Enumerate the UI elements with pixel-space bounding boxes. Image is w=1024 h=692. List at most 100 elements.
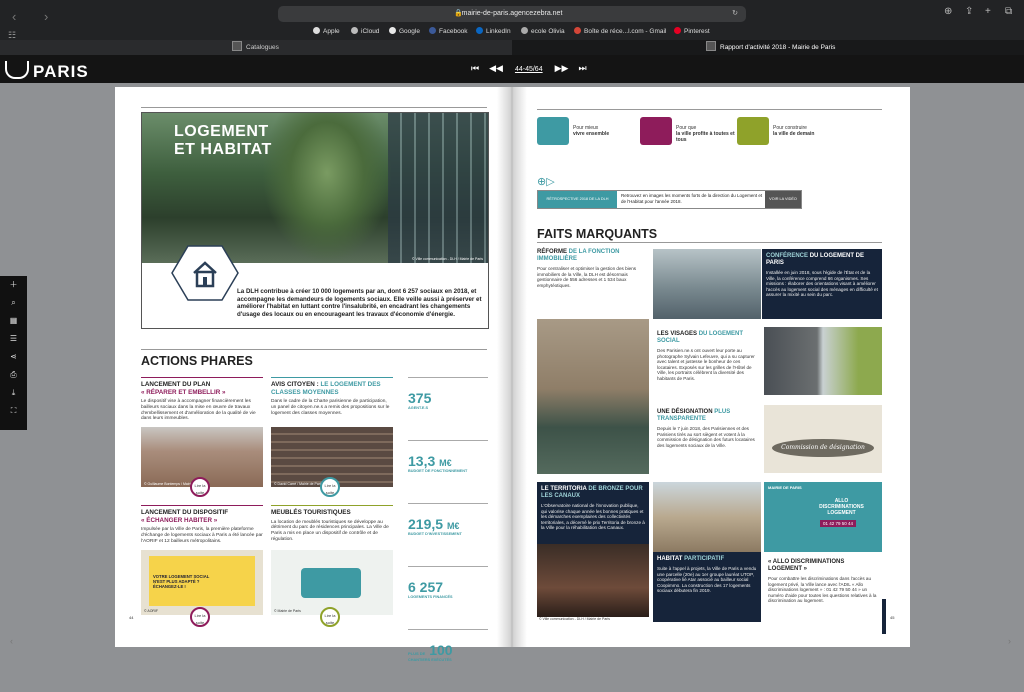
bookmark-item[interactable]: Google xyxy=(389,26,420,38)
search-icon[interactable]: ⌕ xyxy=(0,294,27,312)
action-item: AVIS CITOYEN : LE LOGEMENT DES CLASSES M… xyxy=(271,377,393,416)
action-item: LANCEMENT DU DISPOSITIF « ÉCHANGER HABITE… xyxy=(141,505,263,544)
read-more-button[interactable]: Lire la suite xyxy=(190,607,210,627)
page-accent-bar xyxy=(882,599,886,634)
hero-block: LOGEMENT ET HABITAT © Ville communicatio… xyxy=(141,112,489,329)
bookmark-item[interactable]: Pinterest xyxy=(674,26,710,38)
page-icon xyxy=(706,41,716,51)
action-title: MEUBLÉS TOURISTIQUES xyxy=(271,509,351,516)
fullscreen-icon[interactable]: ⛶ xyxy=(0,402,27,420)
hero-intro-text: La DLH contribue à créer 10 000 logement… xyxy=(237,288,482,318)
download-icon[interactable]: ⤓ xyxy=(0,384,27,402)
back-forward-icons[interactable]: ‹ › xyxy=(12,9,60,24)
divider xyxy=(537,242,882,243)
bookmark-item[interactable]: iCloud xyxy=(351,26,379,38)
facebook-icon xyxy=(429,27,436,34)
bookmark-item[interactable]: Facebook xyxy=(429,26,468,38)
action-infographic: © Mairie de Paris xyxy=(271,550,393,615)
live-together-icon: Pour mieux vivre ensemble xyxy=(537,117,609,145)
flipbook-toolbar: PARIS ⏮ ◀◀ 44-45/64 ▶▶ ⏭ xyxy=(0,55,1024,83)
divider xyxy=(537,109,882,110)
bookmarks-bar: Apple iCloud Google Facebook LinkedIn ec… xyxy=(0,26,1024,40)
bookmark-item[interactable]: Boîte de réce...l.com - Gmail xyxy=(574,26,666,38)
designation-illustration: Commission de désignation xyxy=(764,405,882,473)
bookmark-item[interactable]: ecole Olivia xyxy=(521,26,565,38)
tab-bar: Catalogues Rapport d'activité 2018 - Mai… xyxy=(0,40,1024,55)
read-more-button[interactable]: Lire la suite xyxy=(190,477,210,497)
video-banner[interactable]: RÉTROSPECTIVE 2018 DE LA DLH Retrouvez e… xyxy=(537,190,802,209)
stat-item: 375 AGENT.E.S xyxy=(408,377,488,440)
stat-item: 13,3 M€ BUDGET DE FONCTIONNEMENT xyxy=(408,440,488,503)
book-spread: LOGEMENT ET HABITAT © Ville communicatio… xyxy=(115,87,910,662)
tab-catalogues[interactable]: Catalogues xyxy=(0,40,512,55)
grid-icon[interactable]: ▦ xyxy=(0,312,27,330)
divider xyxy=(141,107,487,108)
google-icon xyxy=(389,27,396,34)
gmail-icon xyxy=(574,27,581,34)
house-people-icon: Pour que la ville profite à toutes et tou… xyxy=(640,117,735,145)
faits-title: FAITS MARQUANTS xyxy=(537,227,658,241)
share-icon[interactable]: ⇪ xyxy=(965,6,973,17)
apple-icon xyxy=(313,27,320,34)
address-bar[interactable]: 🔒 mairie-de-paris.agencezebra.net ↻ xyxy=(278,6,746,22)
first-page-icon[interactable]: ⏮ xyxy=(471,63,479,73)
divider xyxy=(141,349,487,350)
video-play-icons[interactable]: ⊕▷ xyxy=(537,175,567,188)
card-habitat: HABITAT PARTICIPATIF Suite à l'appel à p… xyxy=(653,552,761,622)
action-body: Dans le cadre de la Charte parisienne de… xyxy=(271,399,390,416)
hero-title: LOGEMENT ET HABITAT xyxy=(174,123,272,158)
read-more-button[interactable]: Lire la suite xyxy=(320,477,340,497)
next-spread-icon[interactable]: › xyxy=(1008,636,1011,646)
list-icon[interactable]: ☰ xyxy=(0,330,27,348)
last-page-icon[interactable]: ⏭ xyxy=(578,63,586,73)
action-title: AVIS CITOYEN : xyxy=(271,381,319,388)
pinterest-icon xyxy=(674,27,681,34)
action-accent: « RÉPARER ET EMBELLIR » xyxy=(141,388,226,396)
stat-item: 6 257 LOGEMENTS FINANCÉS xyxy=(408,566,488,629)
bookmark-item[interactable]: Apple xyxy=(313,26,340,38)
ship-icon xyxy=(5,61,29,79)
tabs-overview-icon[interactable]: ⧉ xyxy=(1005,6,1012,17)
reload-icon[interactable]: ↻ xyxy=(732,6,738,22)
read-more-button[interactable]: Lire la suite xyxy=(320,607,340,627)
book-gutter xyxy=(497,87,527,647)
action-title: LANCEMENT DU DISPOSITIF xyxy=(141,509,229,516)
hero-photo: LOGEMENT ET HABITAT © Ville communicatio… xyxy=(142,113,488,263)
house-icon xyxy=(171,245,239,301)
thematic-icons: Pour mieux vivre ensemble Pour que la vill… xyxy=(537,117,867,152)
action-item: MEUBLÉS TOURISTIQUES La location de meub… xyxy=(271,505,393,543)
left-page: LOGEMENT ET HABITAT © Ville communicatio… xyxy=(115,87,511,662)
next-page-icon[interactable]: ▶▶ xyxy=(555,63,569,73)
page-indicator[interactable]: 44-45/64 xyxy=(513,66,545,73)
action-accent: « ÉCHANGER HABITER » xyxy=(141,516,218,524)
plus-icon[interactable]: ＋ xyxy=(0,276,27,294)
action-item: LANCEMENT DU PLAN « RÉPARER ET EMBELLIR »… xyxy=(141,377,263,422)
tab-rapport[interactable]: Rapport d'activité 2018 - Mairie de Pari… xyxy=(512,40,1024,55)
paris-logo: PARIS xyxy=(5,61,89,82)
prev-page-icon[interactable]: ◀◀ xyxy=(489,63,503,73)
poster-text: VOTRE LOGEMENT SOCIAL N'EST PLUS ADAPTÉ … xyxy=(153,574,210,589)
stat-item: 219,5 M€ BUDGET D'INVESTISSEMENT xyxy=(408,503,488,566)
page-icon xyxy=(232,41,242,51)
watch-video-button[interactable]: VOIR LA VIDÉO xyxy=(765,191,801,208)
share-icon[interactable]: ⋖ xyxy=(0,348,27,366)
building-graphic xyxy=(388,113,488,263)
lock-icon: 🔒 xyxy=(454,10,463,17)
tree-graphic xyxy=(262,113,392,263)
browser-toolbar: ‹ › 🔒 mairie-de-paris.agencezebra.net ↻ … xyxy=(0,0,1024,40)
url-text: mairie-de-paris.agencezebra.net xyxy=(461,10,563,17)
linkedin-icon xyxy=(476,27,483,34)
build-city-icon: Pour construire la ville de demain xyxy=(737,117,814,145)
photo-credit: © Ville communication - DLH / Mairie de … xyxy=(412,257,483,261)
print-icon[interactable]: ⎙ xyxy=(0,366,27,384)
stat-item: PLUS DE 100 CHANTIERS EXÉCUTÉS xyxy=(408,629,488,692)
video-label: RÉTROSPECTIVE 2018 DE LA DLH xyxy=(538,191,617,208)
download-icon[interactable]: ⊕ xyxy=(944,6,952,17)
new-tab-icon[interactable]: + xyxy=(985,6,991,17)
prev-spread-icon[interactable]: ‹ xyxy=(10,636,13,646)
portraits-photo xyxy=(764,327,882,395)
key-figures: 375 AGENT.E.S 13,3 M€ BUDGET DE FONCTIONNE… xyxy=(408,377,488,692)
conference-photo xyxy=(653,249,761,319)
bookmark-item[interactable]: LinkedIn xyxy=(476,26,511,38)
card-conference: CONFÉRENCE DU LOGEMENT DE PARIS Installé… xyxy=(762,249,882,319)
